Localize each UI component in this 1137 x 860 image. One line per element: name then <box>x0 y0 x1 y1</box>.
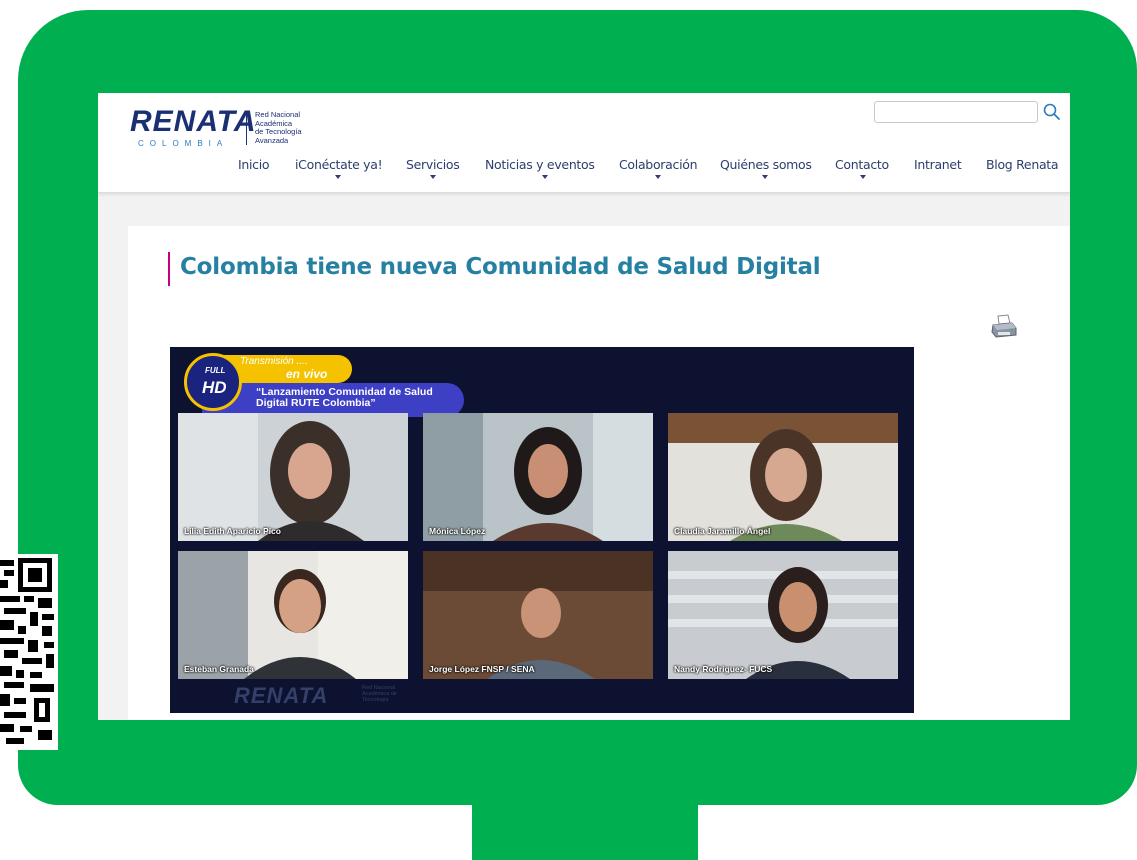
logo-country: COLOMBIA <box>138 139 229 148</box>
chevron-down-icon <box>762 175 768 179</box>
participant-tile: Jorge López FNSP / SENA <box>423 551 653 679</box>
participant-tile: Lilia Edith Aparicio Pico <box>178 413 408 541</box>
badge-hd: HD <box>202 378 227 397</box>
main-nav: Inicio iConéctate ya! Servicios Noticias… <box>98 157 1070 181</box>
promo-graphic: RENATA COLOMBIA Red Nacional Académica d… <box>0 0 1137 860</box>
chevron-down-icon <box>860 175 866 179</box>
nav-item-contacto[interactable]: Contacto <box>835 157 889 172</box>
participant-name: Nandy Rodriguez- FUCS <box>674 664 773 674</box>
qr-code <box>0 554 58 750</box>
monitor-stand <box>472 800 698 860</box>
nav-item-blog[interactable]: Blog Renata <box>986 157 1059 172</box>
live-label-sub: en vivo <box>286 367 328 381</box>
participant-tile: Claudia Jaramillo Ángel <box>668 413 898 541</box>
chevron-down-icon <box>430 175 436 179</box>
participant-name: Lilia Edith Aparicio Pico <box>184 526 281 536</box>
video-logo: RENATA <box>234 683 329 708</box>
renata-logo[interactable]: RENATA COLOMBIA <box>130 105 257 149</box>
participant-name: Claudia Jaramillo Ángel <box>674 526 771 536</box>
chevron-down-icon <box>655 175 661 179</box>
nav-item-intranet[interactable]: Intranet <box>914 157 962 172</box>
logo-wordmark: RENATA <box>130 105 257 138</box>
article-content: Colombia tiene nueva Comunidad de Salud … <box>128 226 1070 720</box>
live-label: Transmisión .... <box>240 356 308 367</box>
nav-item-inicio[interactable]: Inicio <box>238 157 270 172</box>
nav-item-noticias[interactable]: Noticias y eventos <box>485 157 595 172</box>
logo-tagline-line: Avanzada <box>255 135 289 145</box>
nav-item-quienes-somos[interactable]: Quiénes somos <box>720 157 812 172</box>
full-hd-badge: FULL HD <box>184 353 242 411</box>
badge-full: FULL <box>205 366 226 375</box>
printer-icon[interactable] <box>990 314 1018 340</box>
video-player[interactable]: FULL HD Transmisión .... en vivo “Lanzam… <box>170 347 914 713</box>
chevron-down-icon <box>542 175 548 179</box>
logo-tagline: Red Nacional Académica de Tecnología Ava… <box>246 110 316 145</box>
participant-tile: Mónica López <box>423 413 653 541</box>
search-icon[interactable] <box>1042 102 1062 122</box>
participant-tile: Esteban Granada <box>178 551 408 679</box>
search-input[interactable] <box>874 101 1038 123</box>
title-accent-bar <box>168 252 170 286</box>
nav-item-servicios[interactable]: Servicios <box>406 157 460 172</box>
participant-name: Esteban Granada <box>184 664 254 674</box>
browser-screen: RENATA COLOMBIA Red Nacional Académica d… <box>98 93 1070 720</box>
site-header: RENATA COLOMBIA Red Nacional Académica d… <box>98 93 1070 193</box>
participant-tile: Nandy Rodriguez- FUCS <box>668 551 898 679</box>
chevron-down-icon <box>335 175 341 179</box>
nav-item-conectate[interactable]: iConéctate ya! <box>295 157 383 172</box>
participant-name: Mónica López <box>429 526 486 536</box>
nav-item-colaboracion[interactable]: Colaboración <box>619 157 698 172</box>
event-title: “Lanzamiento Comunidad de Salud Digital … <box>256 386 433 409</box>
page-title: Colombia tiene nueva Comunidad de Salud … <box>180 254 821 280</box>
participant-name: Jorge López FNSP / SENA <box>429 664 535 674</box>
video-logo-tagline: Red Nacional Académica de Tecnología <box>362 685 397 703</box>
